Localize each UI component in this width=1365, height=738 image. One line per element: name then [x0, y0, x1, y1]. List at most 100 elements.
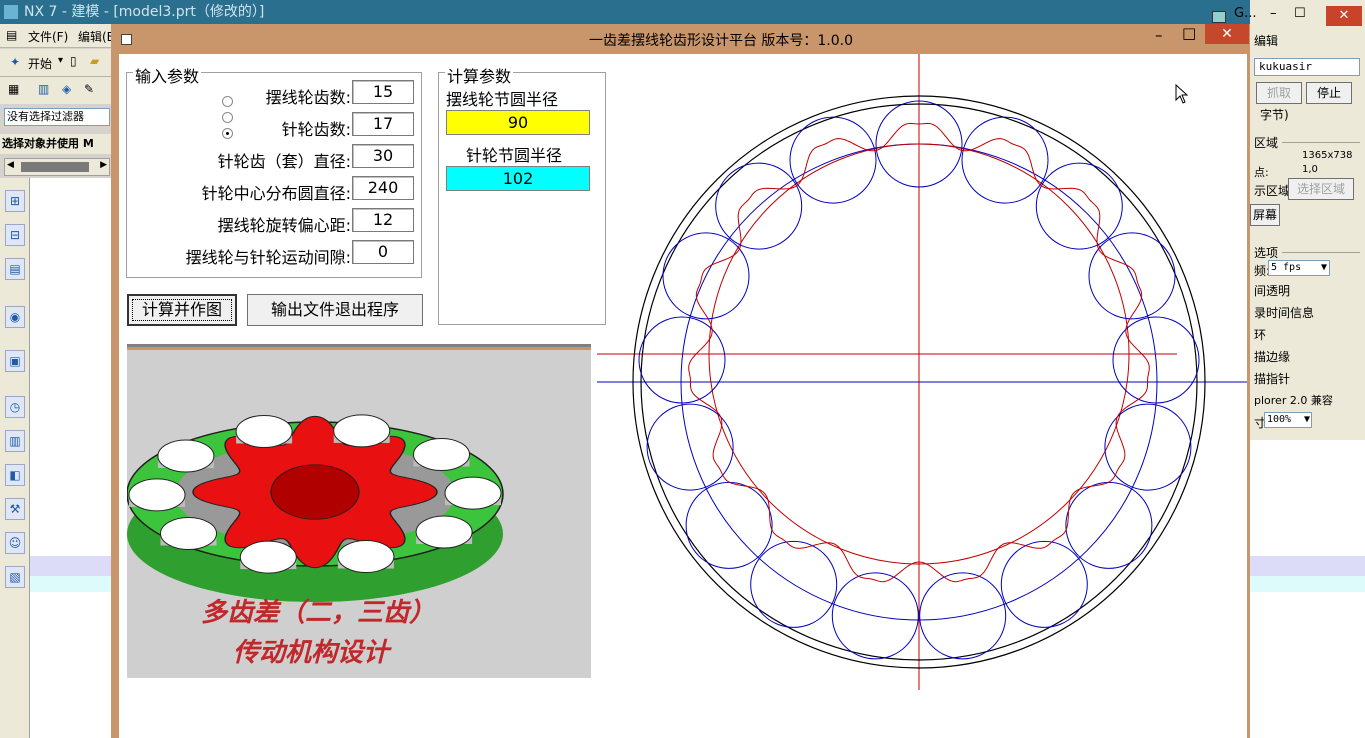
- clock-icon[interactable]: ◷: [5, 396, 25, 418]
- recorder-app-icon: [1212, 11, 1226, 23]
- scroll-right-icon[interactable]: ▶: [100, 160, 107, 170]
- field-label: 摆线轮与针轮运动间隙:: [185, 248, 351, 267]
- recorder-edit-label: 编辑: [1254, 34, 1279, 48]
- start-menu[interactable]: 开始: [28, 55, 52, 72]
- eccentricity-input[interactable]: 12: [352, 208, 414, 232]
- transparent-option[interactable]: 间透明: [1254, 282, 1290, 299]
- file-menu-icon: ▤: [6, 28, 18, 42]
- cycloid-gear: [192, 415, 438, 569]
- size-value: 1365x738: [1302, 150, 1353, 161]
- calc-params-title: 计算参数: [445, 63, 514, 87]
- field-label: 针轮齿数:: [281, 120, 351, 139]
- edge-option[interactable]: 描边缘: [1254, 348, 1290, 365]
- pin-roller-top: [157, 439, 215, 473]
- radio-selected[interactable]: [222, 128, 233, 139]
- nx-graphics-window: [30, 178, 115, 738]
- fps-value: 5 fps: [1271, 262, 1302, 273]
- recorder-title-bar: G... – ☐ ✕: [1212, 4, 1365, 26]
- minimize-icon[interactable]: –: [1270, 6, 1277, 21]
- pin-teeth-input[interactable]: 17: [352, 112, 414, 136]
- loop-option[interactable]: 环: [1254, 326, 1266, 343]
- part-navigator-icon[interactable]: ▤: [5, 258, 25, 280]
- system-materials-icon[interactable]: ▧: [5, 566, 25, 588]
- dropdown-arrow-icon[interactable]: ▾: [58, 55, 63, 66]
- assembly-navigator-icon[interactable]: ⊞: [5, 190, 25, 212]
- bytes-label: 字节): [1260, 108, 1289, 122]
- close-icon[interactable]: ✕: [1205, 24, 1249, 44]
- process-studio-icon[interactable]: ⚒: [5, 498, 25, 520]
- chevron-down-icon[interactable]: ▼: [1304, 413, 1310, 427]
- mouse-cursor-icon: [1175, 84, 1189, 104]
- region-label: 区域: [1254, 136, 1279, 150]
- close-icon[interactable]: ✕: [1326, 6, 1362, 26]
- pin-circle-diameter-input[interactable]: 240: [352, 176, 414, 200]
- selection-filter[interactable]: 没有选择过滤器: [4, 108, 110, 126]
- constraint-navigator-icon[interactable]: ⊟: [5, 224, 25, 246]
- cycloid-teeth-input[interactable]: 15: [352, 80, 414, 104]
- menu-file[interactable]: 文件(F): [28, 28, 68, 45]
- start-icon: ✦: [10, 55, 21, 69]
- clearance-input[interactable]: 0: [352, 240, 414, 264]
- pin-roller-top: [239, 540, 297, 574]
- tool-icon[interactable]: ✎: [84, 82, 94, 96]
- history-icon[interactable]: ▣: [5, 350, 25, 372]
- chevron-down-icon[interactable]: ▼: [1321, 261, 1327, 275]
- horizontal-scrollbar[interactable]: ◀ ▶: [4, 158, 110, 176]
- menu-edit[interactable]: 编辑(E: [78, 28, 114, 45]
- recorder-panel: G... – ☐ ✕ 编辑 kukuasir 抓取 停止 字节) 区域 1365…: [1212, 0, 1365, 440]
- screen-button[interactable]: 屏幕: [1250, 204, 1280, 226]
- nx-logo-icon: [4, 5, 18, 19]
- cycloid-radius-value: 90: [446, 110, 590, 135]
- grab-button[interactable]: 抓取: [1256, 82, 1302, 104]
- export-exit-button[interactable]: 输出文件退出程序: [247, 294, 423, 326]
- time-info-option[interactable]: 录时间信息: [1254, 304, 1314, 321]
- web-browser-icon[interactable]: ◉: [5, 306, 25, 328]
- recorder-app-label: G...: [1234, 6, 1257, 21]
- recorder-text-input[interactable]: kukuasir: [1254, 58, 1360, 76]
- open-folder-icon[interactable]: ▰: [90, 54, 99, 68]
- reuse-library-icon[interactable]: ▥: [5, 430, 25, 452]
- cycloid-radius-label: 摆线轮节圆半径: [446, 90, 559, 109]
- new-file-icon[interactable]: ▯: [70, 54, 77, 68]
- pin-radius-label: 针轮节圆半径: [466, 146, 563, 165]
- picture-caption-line2: 传动机构设计: [233, 638, 390, 668]
- scroll-thumb[interactable]: [21, 162, 89, 172]
- nx-window-title: NX 7 - 建模 - [model3.prt（修改的）]: [24, 4, 265, 20]
- dialog-title: 一齿差摆线轮齿形设计平台 版本号：1.0.0: [588, 33, 854, 49]
- calculate-plot-button[interactable]: 计算并作图: [127, 294, 237, 326]
- palette-icon[interactable]: ◧: [5, 464, 25, 486]
- nx-menubar: ▤ 文件(F) 编辑(E: [0, 24, 115, 48]
- scroll-left-icon[interactable]: ◀: [7, 160, 14, 170]
- nx-toolbar-2: ▦ ▥ ◈ ✎: [0, 77, 115, 104]
- field-label: 针轮中心分布圆直径:: [201, 184, 351, 203]
- status-hint: 选择对象并使用 M: [0, 134, 115, 154]
- roles-icon[interactable]: ☺: [5, 532, 25, 554]
- minimize-icon[interactable]: –: [1155, 26, 1163, 44]
- compat-option[interactable]: plorer 2.0 兼容: [1254, 392, 1333, 408]
- pin-roller-top: [413, 438, 470, 471]
- grid-icon[interactable]: ▦: [8, 82, 19, 96]
- pin-radius-value: 102: [446, 166, 590, 191]
- pin-roller-top: [128, 478, 186, 512]
- cube-icon[interactable]: ◈: [62, 82, 71, 96]
- pin-diameter-input[interactable]: 30: [352, 144, 414, 168]
- zoom-select[interactable]: 100% ▼: [1264, 412, 1312, 428]
- point-value: 1,0: [1302, 164, 1318, 175]
- focus-rect: [132, 299, 232, 321]
- radio-pin-teeth[interactable]: [222, 112, 233, 123]
- pointer-option[interactable]: 描指针: [1254, 370, 1290, 387]
- layers-icon[interactable]: ▥: [38, 82, 49, 96]
- fps-select[interactable]: 5 fps ▼: [1268, 260, 1330, 276]
- graphics-band: [1250, 556, 1365, 576]
- graphics-band: [30, 576, 115, 592]
- graphics-band: [1250, 576, 1365, 592]
- stop-button[interactable]: 停止: [1306, 82, 1352, 104]
- maximize-icon[interactable]: □: [1182, 24, 1196, 42]
- radio-cycloid-teeth[interactable]: [222, 96, 233, 107]
- select-region-button[interactable]: 选择区域: [1288, 178, 1354, 200]
- pin-roller-top: [444, 476, 502, 510]
- maximize-icon[interactable]: ☐: [1294, 6, 1306, 21]
- nx-title-bar: NX 7 - 建模 - [model3.prt（修改的）]: [0, 0, 1365, 24]
- resource-bar: ⊞ ⊟ ▤ ◉ ▣ ◷ ▥ ◧ ⚒ ☺ ▧: [0, 178, 30, 738]
- pin-roller-top: [337, 540, 395, 573]
